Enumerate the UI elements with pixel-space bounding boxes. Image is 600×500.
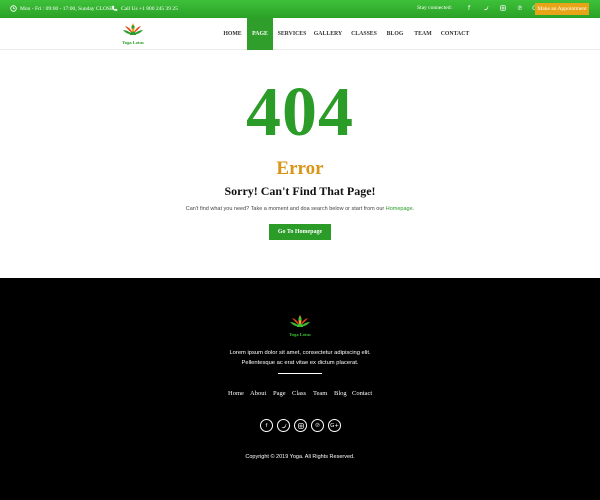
stay-connected-label: Stay connected: — [417, 5, 452, 11]
pinterest-icon[interactable]: ℗ — [311, 419, 324, 432]
homepage-link[interactable]: Homepage — [386, 206, 413, 212]
facebook-icon[interactable]: f — [260, 419, 273, 432]
phone-info: Call Us +1 800 245 39 25 — [111, 5, 178, 12]
instagram-icon[interactable] — [499, 3, 507, 13]
footer-description: Lorem ipsum dolor sit amet, consectetur … — [229, 350, 371, 366]
hours-info: Mon - Fri : 09:00 - 17:00, Sunday CLOSE — [10, 5, 113, 12]
nav-home[interactable]: HOME — [220, 18, 245, 50]
error-message: Can't find what you need? Take a moment … — [185, 206, 415, 212]
lotus-logo-icon — [290, 315, 310, 327]
copyright-text: Copyright © 2019 Yoga. All Rights Reserv… — [245, 454, 355, 460]
error-title: Error — [276, 158, 324, 179]
clock-icon — [10, 5, 17, 12]
hours-text: Mon - Fri : 09:00 - 17:00, Sunday CLOSE — [20, 5, 114, 12]
error-heading: Sorry! Can't Find That Page! — [224, 184, 376, 198]
nav-team[interactable]: TEAM — [411, 18, 435, 50]
facebook-icon[interactable]: f — [465, 3, 473, 13]
footer: Yoga Lotus Lorem ipsum dolor sit amet, c… — [0, 278, 600, 500]
twitter-icon[interactable] — [277, 419, 290, 432]
top-bar: Mon - Fri : 09:00 - 17:00, Sunday CLOSE … — [0, 0, 600, 18]
header: Yoga Lotus HOME PAGE SERVICES GALLERY CL… — [0, 18, 600, 50]
footer-logo[interactable]: Yoga Lotus — [287, 313, 313, 339]
footer-logo-text: Yoga Lotus — [289, 332, 311, 337]
phone-icon — [111, 5, 118, 12]
nav-page[interactable]: PAGE — [247, 18, 273, 50]
nav-blog[interactable]: BLOG — [384, 18, 406, 50]
nav-gallery[interactable]: GALLERY — [313, 18, 343, 50]
footer-nav-about[interactable]: About — [250, 390, 266, 397]
footer-nav-contact[interactable]: Contact — [352, 390, 372, 397]
twitter-icon[interactable] — [482, 3, 490, 13]
nav-services[interactable]: SERVICES — [277, 18, 307, 50]
pinterest-icon[interactable]: ℗ — [516, 3, 524, 13]
logo-text: Yoga Lotus — [122, 40, 144, 45]
phone-text: Call Us +1 800 245 39 25 — [121, 5, 178, 12]
make-appointment-button[interactable]: Make an Appointment — [535, 3, 589, 15]
footer-nav-team[interactable]: Team — [313, 390, 327, 397]
nav-contact[interactable]: CONTACT — [440, 18, 470, 50]
google-plus-icon[interactable]: G+ — [328, 419, 341, 432]
top-social-links: f ℗ G+ — [465, 3, 542, 13]
footer-nav-home[interactable]: Home — [228, 390, 244, 397]
logo[interactable]: Yoga Lotus — [120, 21, 146, 47]
footer-nav-class[interactable]: Class — [292, 390, 306, 397]
footer-divider — [278, 373, 322, 374]
error-section: 404 Error Sorry! Can't Find That Page! C… — [0, 50, 600, 278]
instagram-icon[interactable] — [294, 419, 307, 432]
lotus-logo-icon — [123, 23, 143, 35]
footer-social-links: f ℗ G+ — [0, 419, 600, 433]
footer-nav: Home About Page Class Team Blog Contact — [0, 390, 600, 400]
nav-classes[interactable]: CLASSES — [349, 18, 379, 50]
error-code: 404 — [246, 74, 354, 151]
footer-nav-blog[interactable]: Blog — [334, 390, 347, 397]
footer-nav-page[interactable]: Page — [273, 390, 286, 397]
go-to-homepage-button[interactable]: Go To Homepage — [269, 224, 331, 240]
